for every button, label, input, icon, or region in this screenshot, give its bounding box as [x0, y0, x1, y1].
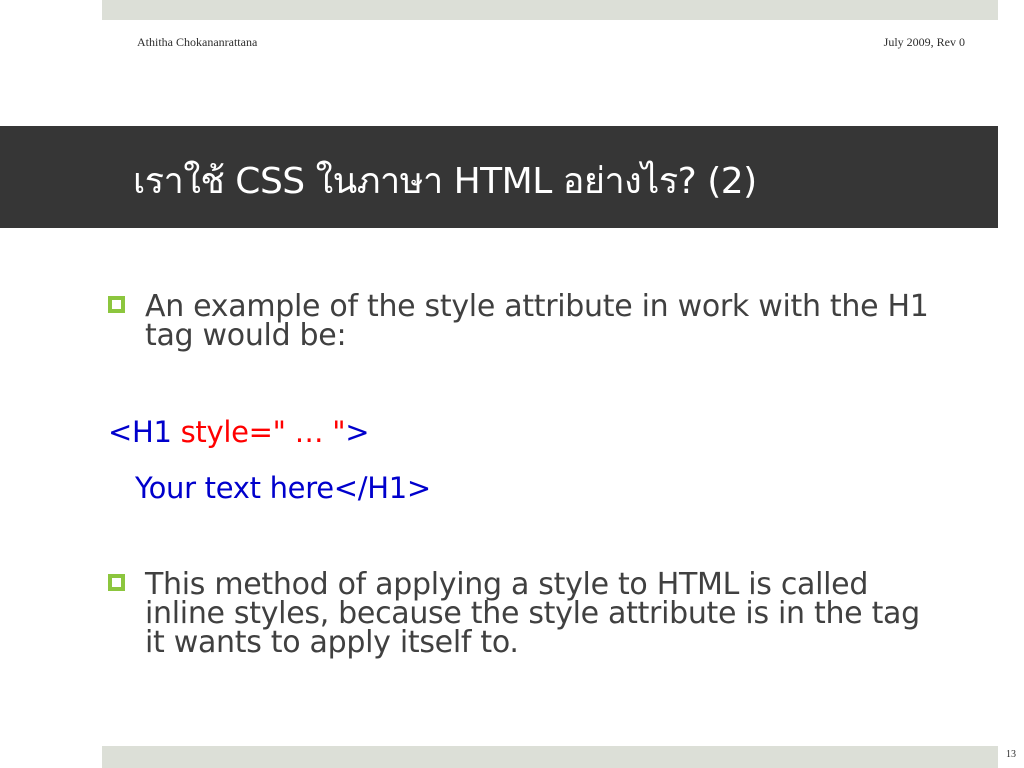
- code-style-attribute: style=" … ": [180, 415, 346, 449]
- bullet-text: This method of applying a style to HTML …: [145, 567, 920, 660]
- square-bullet-icon: [108, 574, 125, 591]
- code-tag-close: >: [345, 415, 370, 449]
- slide: Athitha Chokananrattana July 2009, Rev 0…: [0, 0, 1024, 768]
- bullet-text: An example of the style attribute in wor…: [145, 289, 929, 353]
- code-example-line-1: <H1 style=" … ">: [108, 415, 370, 449]
- square-bullet-icon: [108, 296, 125, 313]
- page-number: 13: [1006, 749, 1016, 760]
- code-example-line-2: Your text here</H1>: [135, 471, 431, 505]
- code-tag-open: <H1: [108, 415, 181, 449]
- bottom-band: [102, 746, 998, 768]
- slide-content: An example of the style attribute in wor…: [0, 0, 1024, 768]
